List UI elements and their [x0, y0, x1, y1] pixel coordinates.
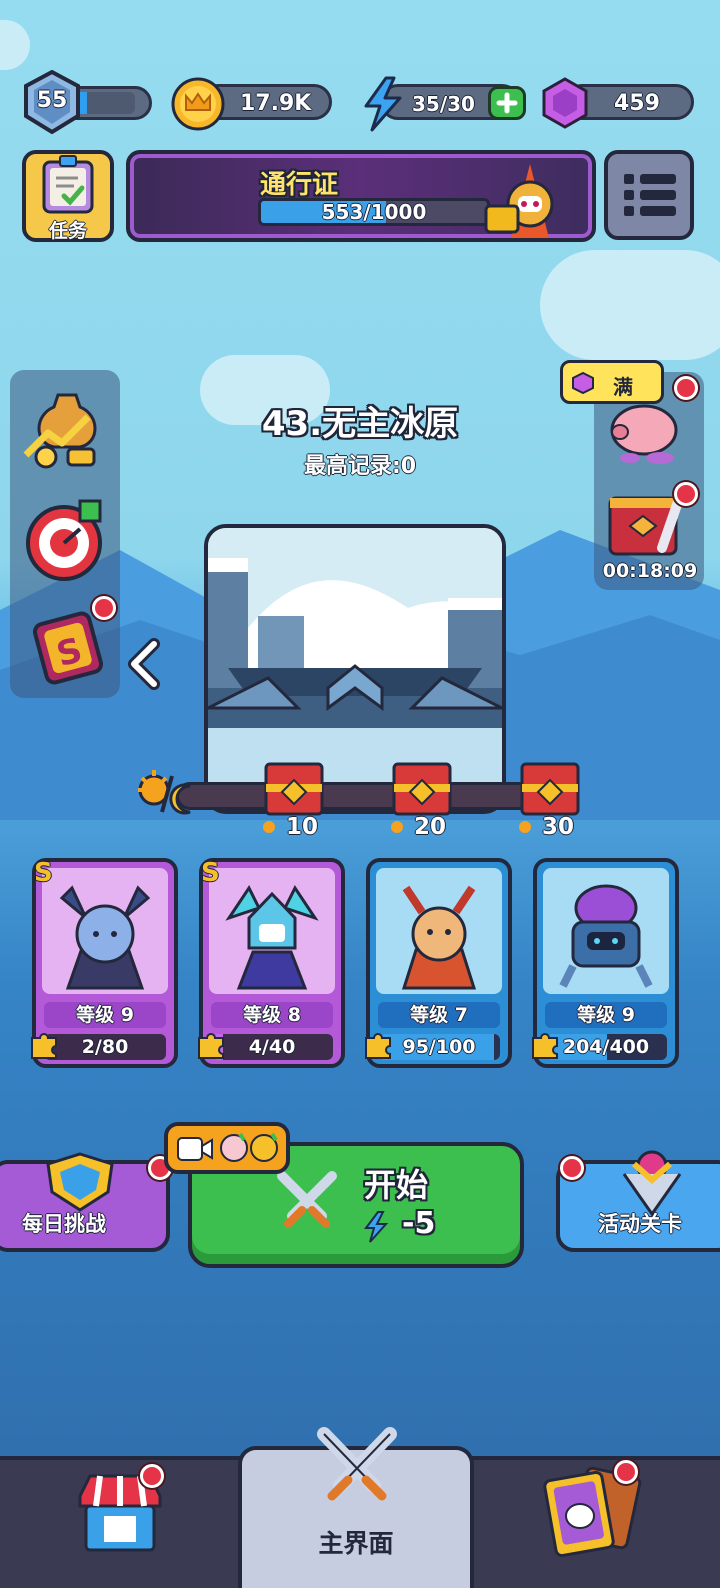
gem-display[interactable]: 459	[540, 76, 698, 132]
stopwatch-icon	[26, 499, 102, 581]
nav-heroes[interactable]	[540, 1460, 650, 1566]
hero-level: 等级 9	[44, 1002, 166, 1028]
hero-shard-progress: 4/40	[211, 1034, 333, 1060]
pass-hero-icon	[484, 164, 554, 238]
start-energy-cost: -5	[402, 1206, 436, 1241]
cloud-decoration	[0, 20, 30, 70]
event-stage-label: 活动关卡	[598, 1212, 682, 1236]
level-number: 55	[36, 88, 68, 113]
milestone-label: 30	[542, 814, 575, 840]
mech-crab-hero-portrait	[559, 884, 653, 988]
milestone-chest-1[interactable]: 10	[254, 756, 334, 846]
hero-rank-badge: S	[34, 858, 53, 888]
nav-shop[interactable]	[70, 1464, 180, 1566]
milestone-chest-3[interactable]: 30	[510, 756, 590, 846]
notification-dot	[674, 376, 698, 400]
cloud-decoration	[540, 250, 720, 360]
timed-chest-button[interactable]: 00:18:09	[596, 478, 704, 590]
crown-coin-icon	[171, 77, 225, 131]
coin-amount: 17.9K	[240, 91, 312, 116]
menu-button[interactable]	[604, 150, 694, 240]
stage-title: 43.无主冰原	[261, 404, 459, 444]
coin-display[interactable]: 17.9K	[170, 76, 334, 132]
day-night-small-icon	[391, 821, 410, 838]
chest-timer: 00:18:09	[602, 560, 698, 582]
hero-level: 等级 8	[211, 1002, 333, 1028]
nav-main[interactable]: 主界面	[238, 1427, 474, 1588]
milestone-label: 10	[286, 814, 319, 840]
puzzle-piece-icon	[31, 1033, 57, 1059]
clipboard-icon	[42, 155, 94, 214]
reward-chest-icon	[520, 762, 580, 816]
watch-ad-bonus-button[interactable]	[164, 1122, 290, 1174]
puzzle-piece-icon	[532, 1033, 558, 1059]
hero-card-1[interactable]: S 等级 9 2/80	[31, 858, 178, 1068]
milestone-chest-2[interactable]: 20	[382, 756, 462, 846]
plus-icon	[496, 92, 518, 114]
puzzle-piece-icon	[198, 1033, 224, 1059]
daily-challenge-button[interactable]: 每日挑战	[0, 1152, 172, 1252]
tasks-label: 任务	[48, 220, 87, 242]
pass-title: 通行证	[260, 170, 339, 200]
reward-chest-icon	[392, 762, 452, 816]
day-night-icon	[138, 770, 191, 815]
add-energy-button[interactable]	[488, 86, 526, 120]
piggy-bank-button[interactable]: 满	[560, 360, 700, 472]
puzzle-piece-icon	[365, 1033, 391, 1059]
hero-shard-progress: 204/400	[545, 1034, 667, 1060]
milestone-label: 20	[414, 814, 447, 840]
hero-card-4[interactable]: 等级 9 204/400	[532, 858, 679, 1068]
hero-level: 等级 7	[378, 1002, 500, 1028]
sword-emblem-icon	[622, 1150, 682, 1216]
tasks-button[interactable]: 任务	[22, 150, 114, 242]
s-card-button[interactable]: S	[22, 596, 116, 690]
day-night-small-icon	[519, 821, 538, 838]
notification-dot	[614, 1460, 638, 1484]
hero-level: 等级 9	[545, 1002, 667, 1028]
start-label: 开始	[364, 1166, 429, 1204]
energy-display[interactable]: 35/30	[360, 76, 530, 132]
notification-dot	[92, 596, 116, 620]
chevron-left-icon[interactable]	[124, 636, 164, 692]
demon-hero-portrait	[59, 885, 151, 990]
bonus-icon	[220, 1132, 278, 1162]
notification-dot	[140, 1464, 164, 1488]
crossed-swords-nav-icon	[317, 1427, 397, 1501]
purple-gem-icon	[542, 77, 588, 129]
piggy-bank-icon	[610, 404, 678, 464]
energy-amount: 35/30	[412, 92, 475, 116]
level-display[interactable]: 55	[22, 70, 154, 134]
energy-cost-icon	[364, 1211, 389, 1243]
battle-pass-banner[interactable]: 通行证 553/1000	[126, 150, 596, 242]
gem-icon-small	[572, 371, 594, 395]
gem-amount: 459	[614, 91, 660, 116]
reward-chest-icon	[264, 762, 324, 816]
lightning-icon	[364, 76, 402, 132]
hero-shard-progress: 95/100	[378, 1034, 500, 1060]
notification-dot	[674, 482, 698, 506]
pass-progress-bar: 553/1000	[258, 198, 490, 226]
daily-challenge-label: 每日挑战	[22, 1212, 106, 1236]
money-bag-chart-icon	[23, 393, 97, 469]
nav-main-label: 主界面	[318, 1529, 394, 1558]
shield-badge-icon	[46, 1152, 114, 1212]
notification-dot	[560, 1156, 584, 1180]
pass-progress-text: 553/1000	[321, 200, 427, 224]
timer-target-button[interactable]	[20, 495, 110, 585]
menu-list-icon	[624, 174, 676, 216]
hero-rank-badge: S	[201, 858, 220, 888]
hero-shard-progress: 2/80	[44, 1034, 166, 1060]
hero-card-2[interactable]: S 等级 8 4/40	[198, 858, 345, 1068]
deer-druid-hero-portrait	[401, 885, 477, 990]
investment-button[interactable]	[18, 385, 108, 475]
video-camera-icon	[177, 1137, 213, 1161]
stage-best-record: 最高记录:0	[303, 454, 417, 479]
event-stage-button[interactable]: 活动关卡	[556, 1150, 720, 1252]
crossed-swords-icon	[277, 1171, 337, 1228]
day-night-small-icon	[263, 821, 282, 838]
ice-knight-hero-portrait	[225, 885, 319, 990]
hero-card-3[interactable]: 等级 7 95/100	[365, 858, 512, 1068]
